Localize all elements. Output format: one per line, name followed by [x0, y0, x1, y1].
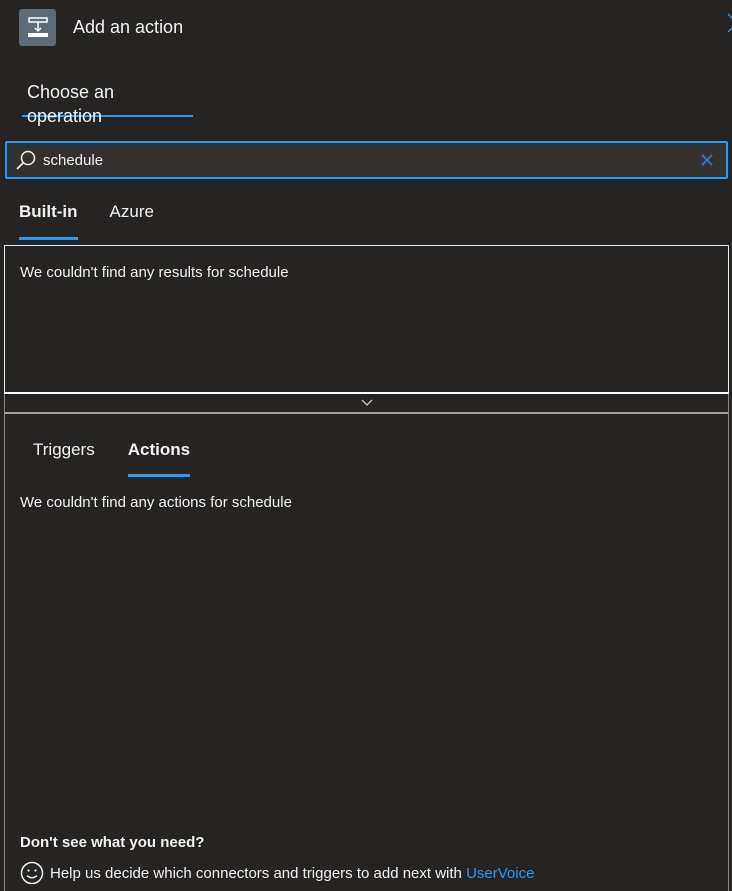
- panel-header: Add an action: [19, 9, 183, 46]
- tab-azure[interactable]: Azure: [110, 202, 154, 240]
- tab-built-in[interactable]: Built-in: [19, 202, 78, 240]
- tab-triggers[interactable]: Triggers: [33, 440, 95, 477]
- close-icon[interactable]: [728, 12, 732, 34]
- search-box[interactable]: [5, 141, 728, 179]
- smile-icon: [20, 861, 44, 885]
- no-actions-message: We couldn't find any actions for schedul…: [20, 494, 292, 511]
- action-insert-icon: [19, 9, 56, 46]
- no-results-message: We couldn't find any results for schedul…: [20, 264, 289, 281]
- feedback-text: Help us decide which connectors and trig…: [50, 864, 467, 882]
- category-tabs: Built-in Azure: [19, 202, 186, 240]
- chevron-down-icon: [361, 399, 372, 406]
- operations-panel: Triggers Actions We couldn't find any ac…: [4, 414, 729, 891]
- add-action-panel: Add an action Choose an operation Built-…: [0, 0, 732, 891]
- results-panel: We couldn't find any results for schedul…: [4, 245, 729, 394]
- tab-choose-operation[interactable]: Choose an operation: [22, 80, 193, 126]
- footer-title: Don't see what you need?: [20, 834, 205, 851]
- uservoice-link[interactable]: UserVoice: [466, 865, 534, 882]
- operation-type-tabs: Triggers Actions: [33, 440, 223, 477]
- collapse-toggle[interactable]: [4, 394, 729, 414]
- clear-icon[interactable]: [701, 154, 713, 166]
- tab-label: Choose an operation: [27, 82, 115, 126]
- feedback-row: Help us decide which connectors and trig…: [20, 861, 534, 885]
- search-input[interactable]: [43, 151, 701, 169]
- tab-actions[interactable]: Actions: [127, 440, 191, 477]
- search-icon: [16, 150, 36, 170]
- panel-title: Add an action: [73, 17, 184, 37]
